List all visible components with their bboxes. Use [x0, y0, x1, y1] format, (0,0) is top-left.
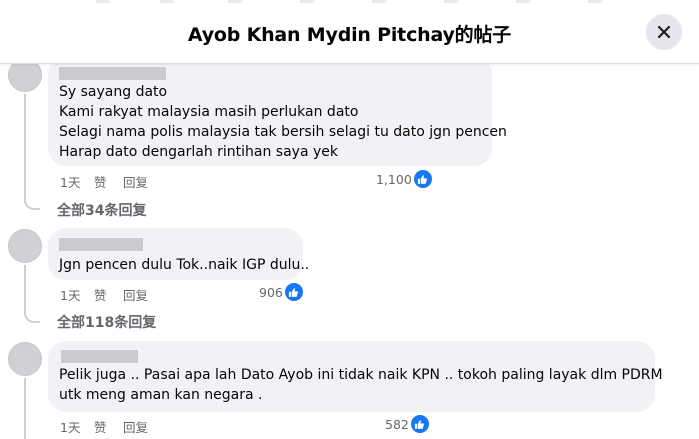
thread-line — [24, 378, 26, 439]
reaction-count[interactable]: 582 — [385, 415, 429, 433]
author-name-redacted[interactable] — [59, 238, 143, 251]
comment-bubble: Jgn pencen dulu Tok..naik IGP dulu.. — [48, 228, 309, 280]
close-icon — [657, 25, 671, 39]
reaction-count[interactable]: 1,100 — [376, 170, 432, 188]
comment-time[interactable]: 1天 — [60, 417, 80, 436]
like-button[interactable]: 赞 — [94, 417, 107, 436]
reply-button[interactable]: 回复 — [123, 417, 148, 436]
reaction-count-text: 582 — [385, 416, 409, 432]
avatar[interactable] — [8, 229, 42, 263]
comment-time[interactable]: 1天 — [60, 285, 80, 304]
comment-text-line: Harap dato dengarlah rintihan saya yek — [59, 144, 339, 160]
view-replies-link[interactable]: 全部118条回复 — [57, 312, 156, 332]
reply-button[interactable]: 回复 — [123, 285, 148, 304]
comment-text-line: Jgn pencen dulu Tok..naik IGP dulu.. — [59, 257, 310, 273]
top-strip — [0, 0, 699, 4]
comment-text-line: Kami rakyat malaysia masih perlukan dato — [59, 104, 359, 120]
thread-connector — [24, 309, 40, 323]
thread-connector — [24, 196, 40, 210]
like-button[interactable]: 赞 — [94, 172, 107, 191]
thumbs-up-icon — [413, 170, 432, 188]
close-button[interactable] — [646, 14, 682, 50]
like-button[interactable]: 赞 — [94, 285, 107, 304]
thumbs-up-icon — [410, 415, 429, 433]
reaction-count-text: 906 — [259, 284, 283, 300]
dialog-title: Ayob Khan Mydin Pitchay的帖子 — [187, 24, 512, 46]
comment-text-line: Sy sayang dato — [59, 84, 168, 100]
view-replies-link[interactable]: 全部34条回复 — [57, 200, 146, 220]
thumbs-up-icon — [284, 283, 303, 301]
comment-text-line: utk meng aman kan negara . — [59, 387, 263, 403]
reaction-count[interactable]: 906 — [259, 283, 303, 301]
comment-text-line: Selagi nama polis malaysia tak bersih se… — [59, 124, 507, 140]
reaction-count-text: 1,100 — [376, 171, 412, 187]
dialog-header: Ayob Khan Mydin Pitchay的帖子 — [0, 0, 699, 64]
thread-line — [24, 94, 26, 202]
avatar[interactable] — [8, 342, 42, 376]
reply-button[interactable]: 回复 — [123, 172, 148, 191]
thread-line — [24, 265, 26, 315]
comment-bubble: Pelik juga .. Pasai apa lah Dato Ayob in… — [48, 341, 663, 412]
comment-bubble: Sy sayang dato Kami rakyat malaysia masi… — [48, 56, 507, 166]
comment-time[interactable]: 1天 — [60, 172, 80, 191]
author-name-redacted[interactable] — [61, 350, 138, 363]
author-name-redacted[interactable] — [59, 67, 166, 80]
comment-text-line: Pelik juga .. Pasai apa lah Dato Ayob in… — [59, 367, 663, 383]
